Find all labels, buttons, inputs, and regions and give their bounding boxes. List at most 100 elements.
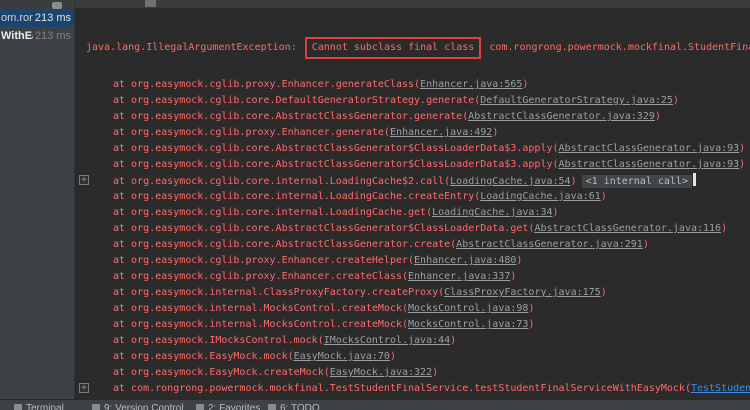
- stack-frame-text: ): [516, 255, 522, 266]
- stack-frame-row: at org.easymock.cglib.core.internal.Load…: [113, 205, 750, 221]
- source-file-link[interactable]: Enhancer.java:337: [408, 271, 510, 282]
- exception-message-line: java.lang.IllegalArgumentException: Cann…: [86, 37, 750, 59]
- stack-frame-text: ): [528, 303, 534, 314]
- stack-frame-text: ): [492, 127, 498, 138]
- stack-frame-row: at org.easymock.cglib.core.internal.Load…: [113, 189, 750, 205]
- source-file-link[interactable]: AbstractClassGenerator.java:329: [468, 111, 655, 122]
- scrollbar-nub[interactable]: [145, 0, 156, 7]
- fold-toggle-icon[interactable]: +: [79, 175, 89, 185]
- stack-frame-text: at org.easymock.internal.ClassProxyFacto…: [113, 287, 444, 298]
- source-file-link[interactable]: TestStudentFinalService.java: [691, 383, 750, 394]
- source-file-link[interactable]: IMocksControl.java:44: [324, 335, 450, 346]
- console-top-strip: [75, 0, 750, 8]
- source-file-link[interactable]: Enhancer.java:565: [420, 79, 522, 90]
- stack-frame-text: ): [432, 367, 438, 378]
- test-panel-toolbar: [0, 0, 74, 9]
- stack-frame-row: at org.easymock.cglib.proxy.Enhancer.cre…: [113, 269, 750, 285]
- stack-frame-row: at org.easymock.cglib.core.AbstractClass…: [113, 141, 750, 157]
- test-duration-badge: 213 ms: [35, 30, 71, 42]
- test-name-label: om.ron(: [1, 12, 33, 24]
- source-file-link[interactable]: AbstractClassGenerator.java:291: [456, 239, 643, 250]
- stack-frame-row: at org.easymock.cglib.core.AbstractClass…: [113, 221, 750, 237]
- toolbar-icon[interactable]: [52, 2, 62, 9]
- source-file-link[interactable]: ClassProxyFactory.java:175: [444, 287, 601, 298]
- stack-frame-text: ): [450, 335, 456, 346]
- stack-frame-text: ): [522, 79, 528, 90]
- stack-frame-text: ): [739, 159, 745, 170]
- stack-trace: at org.easymock.cglib.proxy.Enhancer.gen…: [75, 77, 750, 397]
- stack-frame-text: at org.easymock.EasyMock.createMock(: [113, 367, 330, 378]
- stack-frame-text: ): [643, 239, 649, 250]
- test-tree-panel: om.ron( 213 ms WithEa: 213 ms: [0, 0, 75, 399]
- stack-frame-text: at org.easymock.internal.MocksControl.cr…: [113, 303, 408, 314]
- text-caret: [693, 173, 696, 186]
- toolwindow-label: 6: TODO: [280, 403, 320, 410]
- source-file-link[interactable]: DefaultGeneratorStrategy.java:25: [480, 95, 673, 106]
- stack-frame-text: at org.easymock.cglib.core.AbstractClass…: [113, 111, 468, 122]
- source-file-link[interactable]: MocksControl.java:73: [408, 319, 528, 330]
- source-file-link[interactable]: AbstractClassGenerator.java:93: [559, 159, 740, 170]
- test-tree-item-suite[interactable]: om.ron( 213 ms: [0, 9, 74, 27]
- stack-frame-row: at org.easymock.internal.MocksControl.cr…: [113, 301, 750, 317]
- toolwindow-button[interactable]: 6: TODO: [268, 403, 320, 410]
- exception-class-text: java.lang.IllegalArgumentException:: [86, 42, 297, 53]
- folded-calls-chip[interactable]: <1 internal call>: [582, 175, 692, 188]
- test-duration-badge: 213 ms: [35, 12, 71, 24]
- source-file-link[interactable]: EasyMock.java:70: [294, 351, 390, 362]
- source-file-link[interactable]: AbstractClassGenerator.java:93: [559, 143, 740, 154]
- stack-frame-text: at org.easymock.cglib.core.AbstractClass…: [113, 159, 559, 170]
- stack-frame-row: at org.easymock.cglib.core.AbstractClass…: [113, 237, 750, 253]
- stack-frame-text: at org.easymock.EasyMock.mock(: [113, 351, 294, 362]
- toolwindow-icon: [268, 404, 276, 410]
- source-file-link[interactable]: EasyMock.java:322: [330, 367, 432, 378]
- stack-frame-text: ): [655, 111, 661, 122]
- stack-frame-row: at org.easymock.cglib.proxy.Enhancer.gen…: [113, 77, 750, 93]
- stack-frame-text: at org.easymock.cglib.core.internal.Load…: [113, 207, 432, 218]
- stack-frame-text: at org.easymock.cglib.core.internal.Load…: [113, 176, 450, 187]
- toolwindow-label: 2: Favorites: [208, 403, 260, 410]
- stack-frame-row: at org.easymock.cglib.proxy.Enhancer.cre…: [113, 253, 750, 269]
- stack-frame-text: ): [739, 143, 745, 154]
- stack-frame-text: at org.easymock.internal.MocksControl.cr…: [113, 319, 408, 330]
- stack-frame-text: ): [721, 223, 727, 234]
- toolwindow-button[interactable]: 9: Version Control: [92, 403, 184, 410]
- stack-frame-text: ): [390, 351, 396, 362]
- stack-frame-text: at org.easymock.cglib.proxy.Enhancer.gen…: [113, 127, 390, 138]
- toolwindow-label: Terminal: [26, 403, 64, 410]
- toolwindow-label: 9: Version Control: [104, 403, 184, 410]
- stack-frame-row: at org.easymock.cglib.proxy.Enhancer.gen…: [113, 125, 750, 141]
- source-file-link[interactable]: Enhancer.java:492: [390, 127, 492, 138]
- stack-frame-text: at org.easymock.cglib.core.AbstractClass…: [113, 239, 456, 250]
- bottom-toolwindow-bar: Terminal 9: Version Control 2: Favorites 6:…: [0, 399, 750, 410]
- toolwindow-icon: [92, 404, 100, 410]
- source-file-link[interactable]: LoadingCache.java:61: [480, 191, 600, 202]
- stack-frame-text: at org.easymock.cglib.proxy.Enhancer.gen…: [113, 79, 420, 90]
- toolwindow-button[interactable]: 2: Favorites: [196, 403, 260, 410]
- test-tree-item-case[interactable]: WithEa: 213 ms: [0, 27, 74, 45]
- source-file-link[interactable]: MocksControl.java:98: [408, 303, 528, 314]
- fold-toggle-icon[interactable]: +: [79, 383, 89, 393]
- stack-frame-text: at org.easymock.cglib.core.AbstractClass…: [113, 143, 559, 154]
- test-name-label: WithEa:: [1, 30, 33, 42]
- source-file-link[interactable]: Enhancer.java:480: [414, 255, 516, 266]
- toolwindow-button[interactable]: Terminal: [14, 403, 64, 410]
- stack-frame-text: at org.easymock.IMocksControl.mock(: [113, 335, 324, 346]
- stack-frame-text: at com.rongrong.powermock.mockfinal.Test…: [113, 383, 691, 394]
- stack-frame-text: at org.easymock.cglib.proxy.Enhancer.cre…: [113, 271, 408, 282]
- stack-frame-row: at org.easymock.internal.MocksControl.cr…: [113, 317, 750, 333]
- source-file-link[interactable]: AbstractClassGenerator.java:116: [534, 223, 721, 234]
- stack-frame-text: ): [510, 271, 516, 282]
- stack-frame-row: at org.easymock.cglib.core.AbstractClass…: [113, 157, 750, 173]
- stack-frame-text: ): [528, 319, 534, 330]
- stack-frame-row: at org.easymock.cglib.core.DefaultGenera…: [113, 93, 750, 109]
- exception-target-class-text: com.rongrong.powermock.mockfinal.Student…: [489, 42, 750, 53]
- stack-frame-text: ): [601, 287, 607, 298]
- annotation-highlight-box: Cannot subclass final class: [305, 37, 482, 59]
- stack-frame-row: at org.easymock.IMocksControl.mock(IMock…: [113, 333, 750, 349]
- stack-frame-text: at org.easymock.cglib.core.AbstractClass…: [113, 223, 534, 234]
- stack-frame-row: at org.easymock.cglib.core.AbstractClass…: [113, 109, 750, 125]
- source-file-link[interactable]: LoadingCache.java:54: [450, 176, 570, 187]
- stack-frame-text: at org.easymock.cglib.core.internal.Load…: [113, 191, 480, 202]
- run-console-output[interactable]: java.lang.IllegalArgumentException: Cann…: [75, 0, 750, 399]
- source-file-link[interactable]: LoadingCache.java:34: [432, 207, 552, 218]
